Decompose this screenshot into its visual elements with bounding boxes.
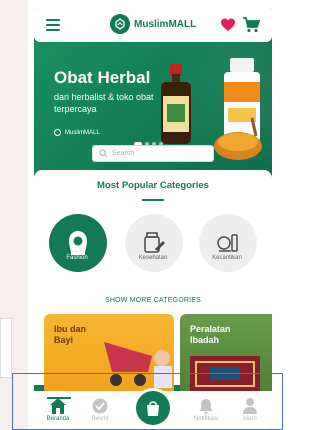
badge-icon [92,398,108,414]
home-icon [50,398,66,414]
category-kecantikan[interactable]: Kecantikan [198,214,258,272]
beauty-icon [217,234,238,252]
search-input[interactable]: Search [92,145,214,162]
banner-subtitle: dari herbalist & toko obat terpercaya [54,92,154,114]
nav-resmi[interactable]: Resmi [80,397,120,422]
banner-title: Obat Herbal [54,68,151,87]
brand-logo[interactable]: MuslimMALL [110,14,196,34]
top-bar: MuslimMALL [34,8,272,42]
logo-mark-icon [110,14,130,34]
category-label: Fashion [66,255,88,261]
category-label: Kesehatan [138,255,168,261]
category-label: Kecantikan [212,255,242,261]
section-underline [142,199,164,201]
nav-label: Akun [243,416,257,422]
nav-label: Notifikasi [193,416,219,422]
section-title: Most Popular Categories [97,180,209,191]
herbal-bottle-image [161,64,191,144]
cart-icon[interactable] [242,16,260,34]
search-placeholder: Search [112,150,135,157]
bell-icon [199,399,213,415]
category-fashion[interactable]: Fashion [48,214,108,272]
category-kesehatan[interactable]: Kesehatan [124,214,184,272]
heart-icon[interactable] [220,17,236,33]
brand-name: MuslimMALL [134,18,197,30]
categories-section: Most Popular Categories Fashion Kesehata… [34,170,272,394]
show-more-categories-link[interactable]: SHOW MORE CATEGORIES [34,297,272,304]
promo-title: Peralatan Ibadah [190,324,231,345]
banner-logo-icon [54,129,61,136]
shopping-bag-icon [147,401,159,416]
screen: MuslimMALL Obat Herbal dari herbalist & … [0,0,283,430]
app-window: MuslimMALL Obat Herbal dari herbalist & … [34,8,272,428]
banner-brand-text: MuslimMALL [65,129,100,136]
nav-label: Beranda [46,416,70,422]
background-card [0,318,12,378]
menu-icon[interactable] [46,19,60,31]
nav-akun[interactable]: Akun [230,397,270,422]
honey-bowl-image [214,117,262,160]
center-shop-button[interactable] [133,388,173,428]
search-icon [99,149,108,158]
hijab-icon [69,231,87,255]
baby-stroller-image [104,342,172,388]
nav-active-indicator [47,397,71,399]
prayer-rug-image [190,356,260,392]
banner-brand: MuslimMALL [54,129,100,136]
promo-card-ibu-bayi[interactable]: Ibu dan Bayi [44,314,174,394]
nav-beranda[interactable]: Beranda [38,397,78,422]
health-icon [144,232,166,253]
promo-card-peralatan-ibadah[interactable]: Peralatan Ibadah [180,314,272,394]
user-icon [243,398,257,414]
nav-label: Resmi [91,416,109,422]
nav-notifikasi[interactable]: Notifikasi [186,397,226,422]
